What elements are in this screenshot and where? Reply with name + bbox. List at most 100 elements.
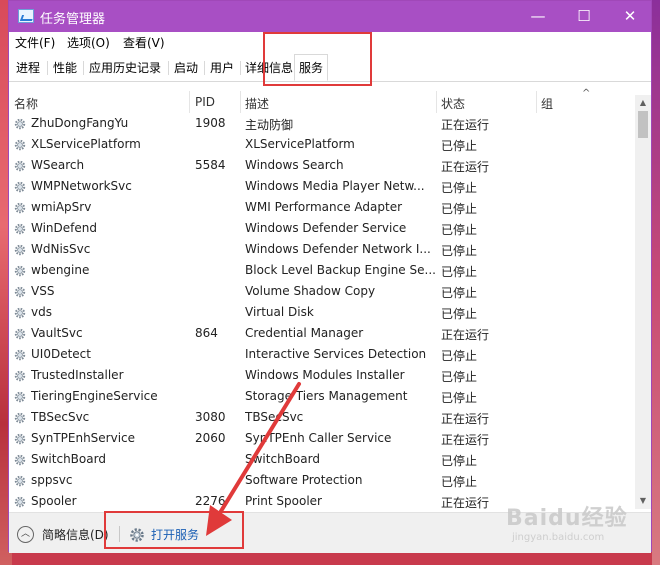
service-row[interactable]: WSearch 5584 Windows Search 正在运行 <box>9 156 635 177</box>
service-name: UI0Detect <box>31 347 91 361</box>
service-gear-icon <box>14 118 26 130</box>
service-name: wbengine <box>31 263 90 277</box>
service-row[interactable]: XLServicePlatform XLServicePlatform 已停止 <box>9 135 635 156</box>
service-row[interactable]: wbengine Block Level Backup Engine Se... 已… <box>9 261 635 282</box>
service-row[interactable]: SwitchBoard SwitchBoard 已停止 <box>9 450 635 471</box>
menu-view[interactable]: 查看(V) <box>123 34 165 51</box>
column-name[interactable]: 名称 <box>14 95 38 112</box>
service-description: Software Protection <box>245 473 363 487</box>
service-row[interactable]: SynTPEnhService 2060 SynTPEnh Caller Servi… <box>9 429 635 450</box>
service-description: Credential Manager <box>245 326 364 340</box>
service-name: ZhuDongFangYu <box>31 116 129 130</box>
column-status[interactable]: 状态 <box>441 95 465 112</box>
open-services-label[interactable]: 打开服务 <box>151 526 199 543</box>
scroll-up-icon[interactable]: ▲ <box>635 95 651 111</box>
service-row[interactable]: WdNisSvc Windows Defender Network I... 已停止 <box>9 240 635 261</box>
service-row[interactable]: VSS Volume Shadow Copy 已停止 <box>9 282 635 303</box>
service-status: 正在运行 <box>441 160 490 174</box>
title-bar[interactable]: 任务管理器 — ☐ ✕ <box>9 1 651 32</box>
service-status: 正在运行 <box>441 433 490 447</box>
service-row[interactable]: TieringEngineService Storage Tiers Manage… <box>9 387 635 408</box>
scrollbar-thumb[interactable] <box>638 111 648 138</box>
service-row[interactable]: TBSecSvc 3080 TBSecSvc 正在运行 <box>9 408 635 429</box>
service-description: Virtual Disk <box>245 305 314 319</box>
window-title: 任务管理器 <box>40 12 106 27</box>
service-description: Volume Shadow Copy <box>245 284 376 298</box>
service-description: XLServicePlatform <box>245 137 355 151</box>
column-description[interactable]: 描述 <box>245 95 269 112</box>
service-status: 已停止 <box>441 475 478 489</box>
service-row[interactable]: TrustedInstaller Windows Modules Installe… <box>9 366 635 387</box>
service-row[interactable]: Spooler 2276 Print Spooler 正在运行 <box>9 492 635 510</box>
service-gear-icon <box>14 160 26 172</box>
service-description: TBSecSvc <box>245 410 304 424</box>
fewer-details-link[interactable]: 简略信息(D) <box>42 526 109 543</box>
service-gear-icon <box>14 265 26 277</box>
service-status: 已停止 <box>441 349 478 363</box>
tab-services[interactable]: 服务 <box>294 54 329 81</box>
service-description: Windows Media Player Netw... <box>245 179 425 193</box>
service-name: WdNisSvc <box>31 242 91 256</box>
service-row[interactable]: WMPNetworkSvc Windows Media Player Netw..… <box>9 177 635 198</box>
tab-startup[interactable]: 启动 <box>170 56 202 80</box>
service-gear-icon <box>14 202 26 214</box>
service-gear-icon <box>14 181 26 193</box>
service-name: TieringEngineService <box>31 389 158 403</box>
service-status: 已停止 <box>441 454 478 468</box>
service-gear-icon <box>14 475 26 487</box>
tab-bar: 进程 性能 应用历史记录 启动 用户 详细信息 服务 <box>9 52 651 82</box>
service-row[interactable]: ZhuDongFangYu 1908 主动防御 正在运行 <box>9 114 635 135</box>
service-status: 已停止 <box>441 202 478 216</box>
service-status: 已停止 <box>441 181 478 195</box>
service-name: TrustedInstaller <box>31 368 124 382</box>
column-group[interactable]: 组 <box>541 95 553 112</box>
service-name: SynTPEnhService <box>31 431 136 445</box>
service-status: 已停止 <box>441 265 478 279</box>
service-gear-icon <box>14 412 26 424</box>
tab-details[interactable]: 详细信息 <box>241 56 297 80</box>
service-row[interactable]: vds Virtual Disk 已停止 <box>9 303 635 324</box>
tab-processes[interactable]: 进程 <box>12 56 44 80</box>
minimize-button[interactable]: — <box>515 1 561 32</box>
service-gear-icon <box>14 328 26 340</box>
collapse-chevron-icon[interactable]: ︿ <box>17 526 34 543</box>
service-description: Windows Defender Network I... <box>245 242 431 256</box>
tab-app-history[interactable]: 应用历史记录 <box>85 56 165 80</box>
service-name: TBSecSvc <box>31 410 90 424</box>
service-status: 已停止 <box>441 223 478 237</box>
service-status: 正在运行 <box>441 496 490 510</box>
tab-performance[interactable]: 性能 <box>49 56 81 80</box>
menu-file[interactable]: 文件(F) <box>15 34 55 51</box>
service-gear-icon <box>14 139 26 151</box>
service-status: 已停止 <box>441 244 478 258</box>
service-name: VaultSvc <box>31 326 83 340</box>
column-pid[interactable]: PID <box>195 95 215 109</box>
service-name: VSS <box>31 284 55 298</box>
service-pid: 5584 <box>195 158 226 172</box>
service-description: SynTPEnh Caller Service <box>245 431 392 445</box>
service-gear-icon <box>14 223 26 235</box>
service-row[interactable]: UI0Detect Interactive Services Detection 已… <box>9 345 635 366</box>
service-row[interactable]: sppsvc Software Protection 已停止 <box>9 471 635 492</box>
service-pid: 2060 <box>195 431 226 445</box>
service-name: SwitchBoard <box>31 452 106 466</box>
maximize-button[interactable]: ☐ <box>561 1 607 32</box>
menu-options[interactable]: 选项(O) <box>67 34 110 51</box>
footer-bar: ︿ 简略信息(D) 打开服务 <box>9 512 651 553</box>
service-row[interactable]: WinDefend Windows Defender Service 已停止 <box>9 219 635 240</box>
service-status: 已停止 <box>441 286 478 300</box>
tab-users[interactable]: 用户 <box>206 56 238 80</box>
service-gear-icon <box>14 454 26 466</box>
service-name: WinDefend <box>31 221 97 235</box>
close-button[interactable]: ✕ <box>607 1 653 32</box>
service-row[interactable]: wmiApSrv WMI Performance Adapter 已停止 <box>9 198 635 219</box>
scroll-down-icon[interactable]: ▼ <box>635 493 651 509</box>
service-name: wmiApSrv <box>31 200 92 214</box>
vertical-scrollbar[interactable]: ▲ ▼ <box>635 95 651 509</box>
service-name: WSearch <box>31 158 85 172</box>
service-row[interactable]: VaultSvc 864 Credential Manager 正在运行 <box>9 324 635 345</box>
service-status: 正在运行 <box>441 328 490 342</box>
task-manager-window: 任务管理器 — ☐ ✕ 文件(F) 选项(O) 查看(V) 进程 性能 应用历史… <box>8 0 652 553</box>
services-gear-icon <box>130 528 144 542</box>
service-description: Windows Search <box>245 158 344 172</box>
